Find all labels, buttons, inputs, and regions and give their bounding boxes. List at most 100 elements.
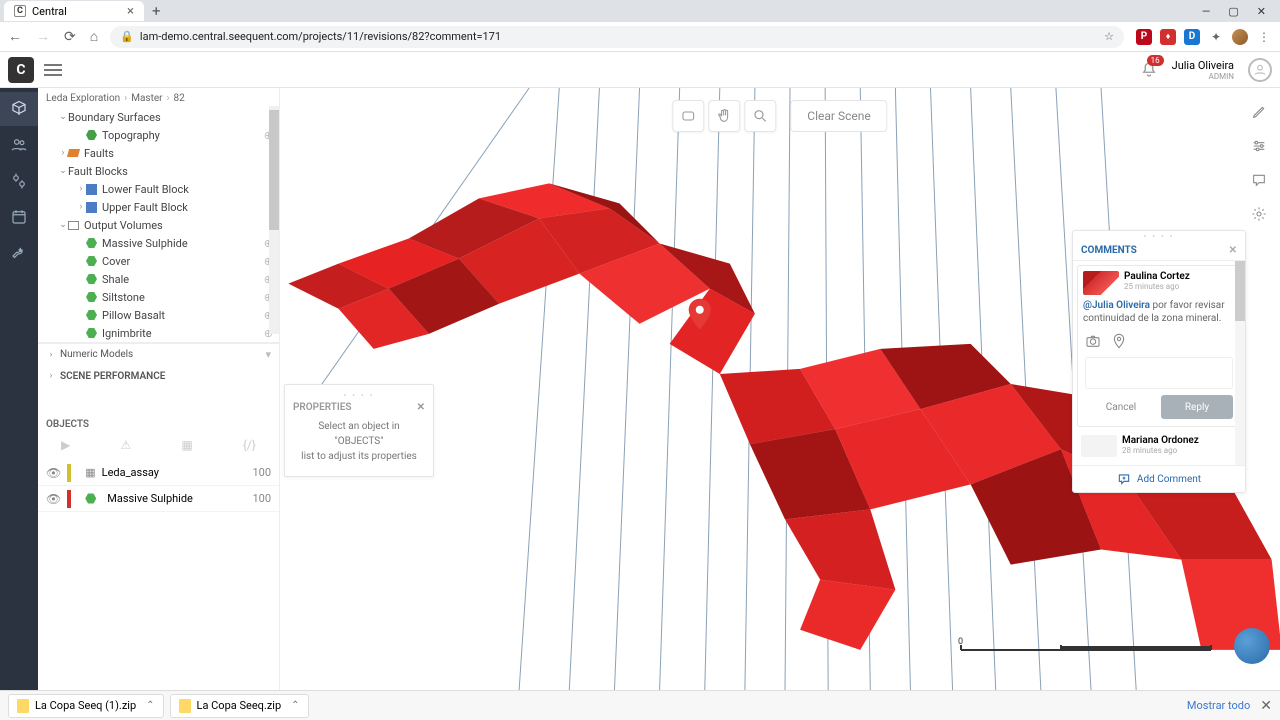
comment-card[interactable]: Paulina Cortez 25 minutes ago @Julia Oli… — [1077, 265, 1241, 427]
breadcrumb-item[interactable]: 82 — [174, 93, 185, 104]
tab-close-icon[interactable]: × — [127, 4, 134, 19]
download-item[interactable]: La Copa Seeq (1).zip ⌃ — [8, 694, 164, 718]
drag-handle-icon[interactable]: • • • • — [293, 391, 425, 400]
close-window-button[interactable]: ✕ — [1257, 5, 1266, 18]
search-icon[interactable] — [744, 100, 776, 132]
comments-scrollbar[interactable] — [1235, 261, 1245, 465]
tree-item[interactable]: Ignimbrite⊕ — [38, 324, 279, 342]
viewport-right-tools — [1244, 98, 1274, 228]
maximize-button[interactable]: ▢ — [1228, 5, 1238, 18]
pan-icon[interactable] — [708, 100, 740, 132]
forward-button[interactable]: → — [36, 28, 50, 45]
close-icon[interactable]: ✕ — [1229, 245, 1237, 256]
visibility-icon[interactable]: 👁 — [46, 466, 61, 480]
cancel-button[interactable]: Cancel — [1085, 395, 1157, 419]
breadcrumb-item[interactable]: Master — [131, 93, 162, 104]
main-area: Leda Exploration › Master › 82 ⌄Boundary… — [0, 88, 1280, 690]
cube-icon — [86, 184, 97, 195]
rail-settings-icon[interactable] — [0, 164, 38, 198]
ext-pinterest-icon[interactable]: P — [1136, 29, 1152, 45]
tree-item[interactable]: ›Upper Fault Block — [38, 198, 279, 216]
ext-pdf-icon[interactable]: ♦ — [1160, 29, 1176, 45]
code-icon[interactable]: {/} — [243, 438, 256, 452]
drag-handle-icon[interactable]: • • • • — [1073, 231, 1245, 241]
cube-icon — [86, 202, 97, 213]
chrome-menu-icon[interactable]: ⋮ — [1256, 29, 1272, 45]
comment-icon[interactable] — [1244, 166, 1274, 194]
visibility-icon[interactable]: 👁 — [46, 492, 61, 506]
star-icon[interactable]: ☆ — [1104, 30, 1114, 43]
tree-item[interactable]: Siltstone⊕ — [38, 288, 279, 306]
show-all-downloads-button[interactable]: Mostrar todo — [1187, 699, 1250, 712]
breadcrumb-item[interactable]: Leda Exploration — [46, 93, 120, 104]
url-field[interactable]: 🔒 lam-demo.central.seequent.com/projects… — [110, 26, 1124, 48]
sliders-icon[interactable] — [1244, 132, 1274, 160]
ext-puzzle-icon[interactable]: ✦ — [1208, 29, 1224, 45]
comment-time: 28 minutes ago — [1122, 446, 1199, 455]
rail-3d-icon[interactable] — [0, 92, 38, 126]
user-info[interactable]: Julia Oliveira ADMIN — [1172, 59, 1234, 81]
gear-icon[interactable] — [1244, 200, 1274, 228]
notifications-button[interactable]: 16 — [1140, 61, 1158, 79]
tab-title: Central — [32, 5, 67, 18]
warning-icon[interactable]: ⚠ — [120, 438, 131, 452]
reload-button[interactable]: ⟳ — [64, 29, 76, 45]
play-icon[interactable]: ▶ — [61, 438, 70, 452]
grid-icon[interactable]: ▦ — [181, 438, 192, 452]
location-pin-icon[interactable] — [1111, 333, 1127, 349]
tree-item[interactable]: ⌄Boundary Surfaces — [38, 108, 279, 126]
tree-item[interactable]: Topography⊕ — [38, 126, 279, 144]
select-icon[interactable] — [672, 100, 704, 132]
home-button[interactable]: ⌂ — [90, 28, 98, 45]
download-item[interactable]: La Copa Seeq.zip ⌃ — [170, 694, 309, 718]
tree-item[interactable]: Shale⊕ — [38, 270, 279, 288]
menu-toggle-button[interactable] — [44, 61, 62, 79]
tree-item[interactable]: Pillow Basalt⊕ — [38, 306, 279, 324]
object-row[interactable]: 👁▦Leda_assay100 — [38, 460, 279, 486]
chevron-up-icon[interactable]: ⌃ — [291, 700, 299, 711]
tree-item[interactable]: ›Faults — [38, 144, 279, 162]
app-logo[interactable]: C — [8, 57, 34, 83]
new-tab-button[interactable]: + — [144, 2, 169, 20]
close-icon[interactable]: ✕ — [417, 402, 425, 413]
comment-author: Mariana Ordonez — [1122, 435, 1199, 446]
section-menu-icon[interactable]: ▾ — [265, 348, 271, 361]
tree-item[interactable]: ⌄Output Volumes — [38, 216, 279, 234]
back-button[interactable]: ← — [8, 28, 22, 45]
tree-scrollbar[interactable] — [269, 106, 279, 334]
profile-avatar-icon[interactable] — [1232, 29, 1248, 45]
tree-item[interactable]: Cover⊕ — [38, 252, 279, 270]
numeric-models-section[interactable]: › Numeric Models ▾ — [38, 343, 279, 365]
browser-tab-bar: C Central × + — ▢ ✕ — [0, 0, 1280, 22]
reply-button[interactable]: Reply — [1161, 395, 1233, 419]
model-tree: ⌄Boundary SurfacesTopography⊕›Faults⌄Fau… — [38, 108, 279, 343]
url-text: lam-demo.central.seequent.com/projects/1… — [140, 30, 501, 43]
pencil-icon[interactable] — [1244, 98, 1274, 126]
browser-tab[interactable]: C Central × — [4, 1, 144, 21]
reply-input[interactable] — [1085, 357, 1233, 389]
add-comment-button[interactable]: Add Comment — [1073, 465, 1245, 492]
close-icon[interactable]: ✕ — [1260, 698, 1272, 714]
hex-icon — [86, 292, 97, 303]
minimize-button[interactable]: — — [1202, 5, 1211, 18]
camera-icon[interactable] — [1085, 333, 1101, 349]
ext-d-icon[interactable]: D — [1184, 29, 1200, 45]
rail-calendar-icon[interactable] — [0, 200, 38, 234]
tree-item[interactable]: Massive Sulphide⊕ — [38, 234, 279, 252]
color-swatch — [67, 490, 71, 508]
rail-wrench-icon[interactable] — [0, 236, 38, 270]
3d-viewport[interactable]: Clear Scene • • • • PROPERTIES ✕ Select … — [280, 88, 1280, 690]
orientation-gizmo[interactable] — [1234, 628, 1270, 664]
comment-card[interactable]: Mariana Ordonez 28 minutes ago — [1077, 431, 1241, 461]
tree-item[interactable]: ⌄Fault Blocks — [38, 162, 279, 180]
tree-item[interactable]: ›Lower Fault Block — [38, 180, 279, 198]
user-avatar-icon[interactable] — [1248, 58, 1272, 82]
chevron-up-icon[interactable]: ⌃ — [146, 700, 154, 711]
chevron-icon: ⌄ — [58, 220, 68, 230]
rail-users-icon[interactable] — [0, 128, 38, 162]
object-row[interactable]: 👁Massive Sulphide100 — [38, 486, 279, 512]
hex-icon — [86, 256, 97, 267]
comment-thumbnail — [1083, 271, 1119, 295]
clear-scene-button[interactable]: Clear Scene — [790, 100, 887, 132]
scene-performance-section[interactable]: › SCENE PERFORMANCE — [38, 365, 279, 387]
